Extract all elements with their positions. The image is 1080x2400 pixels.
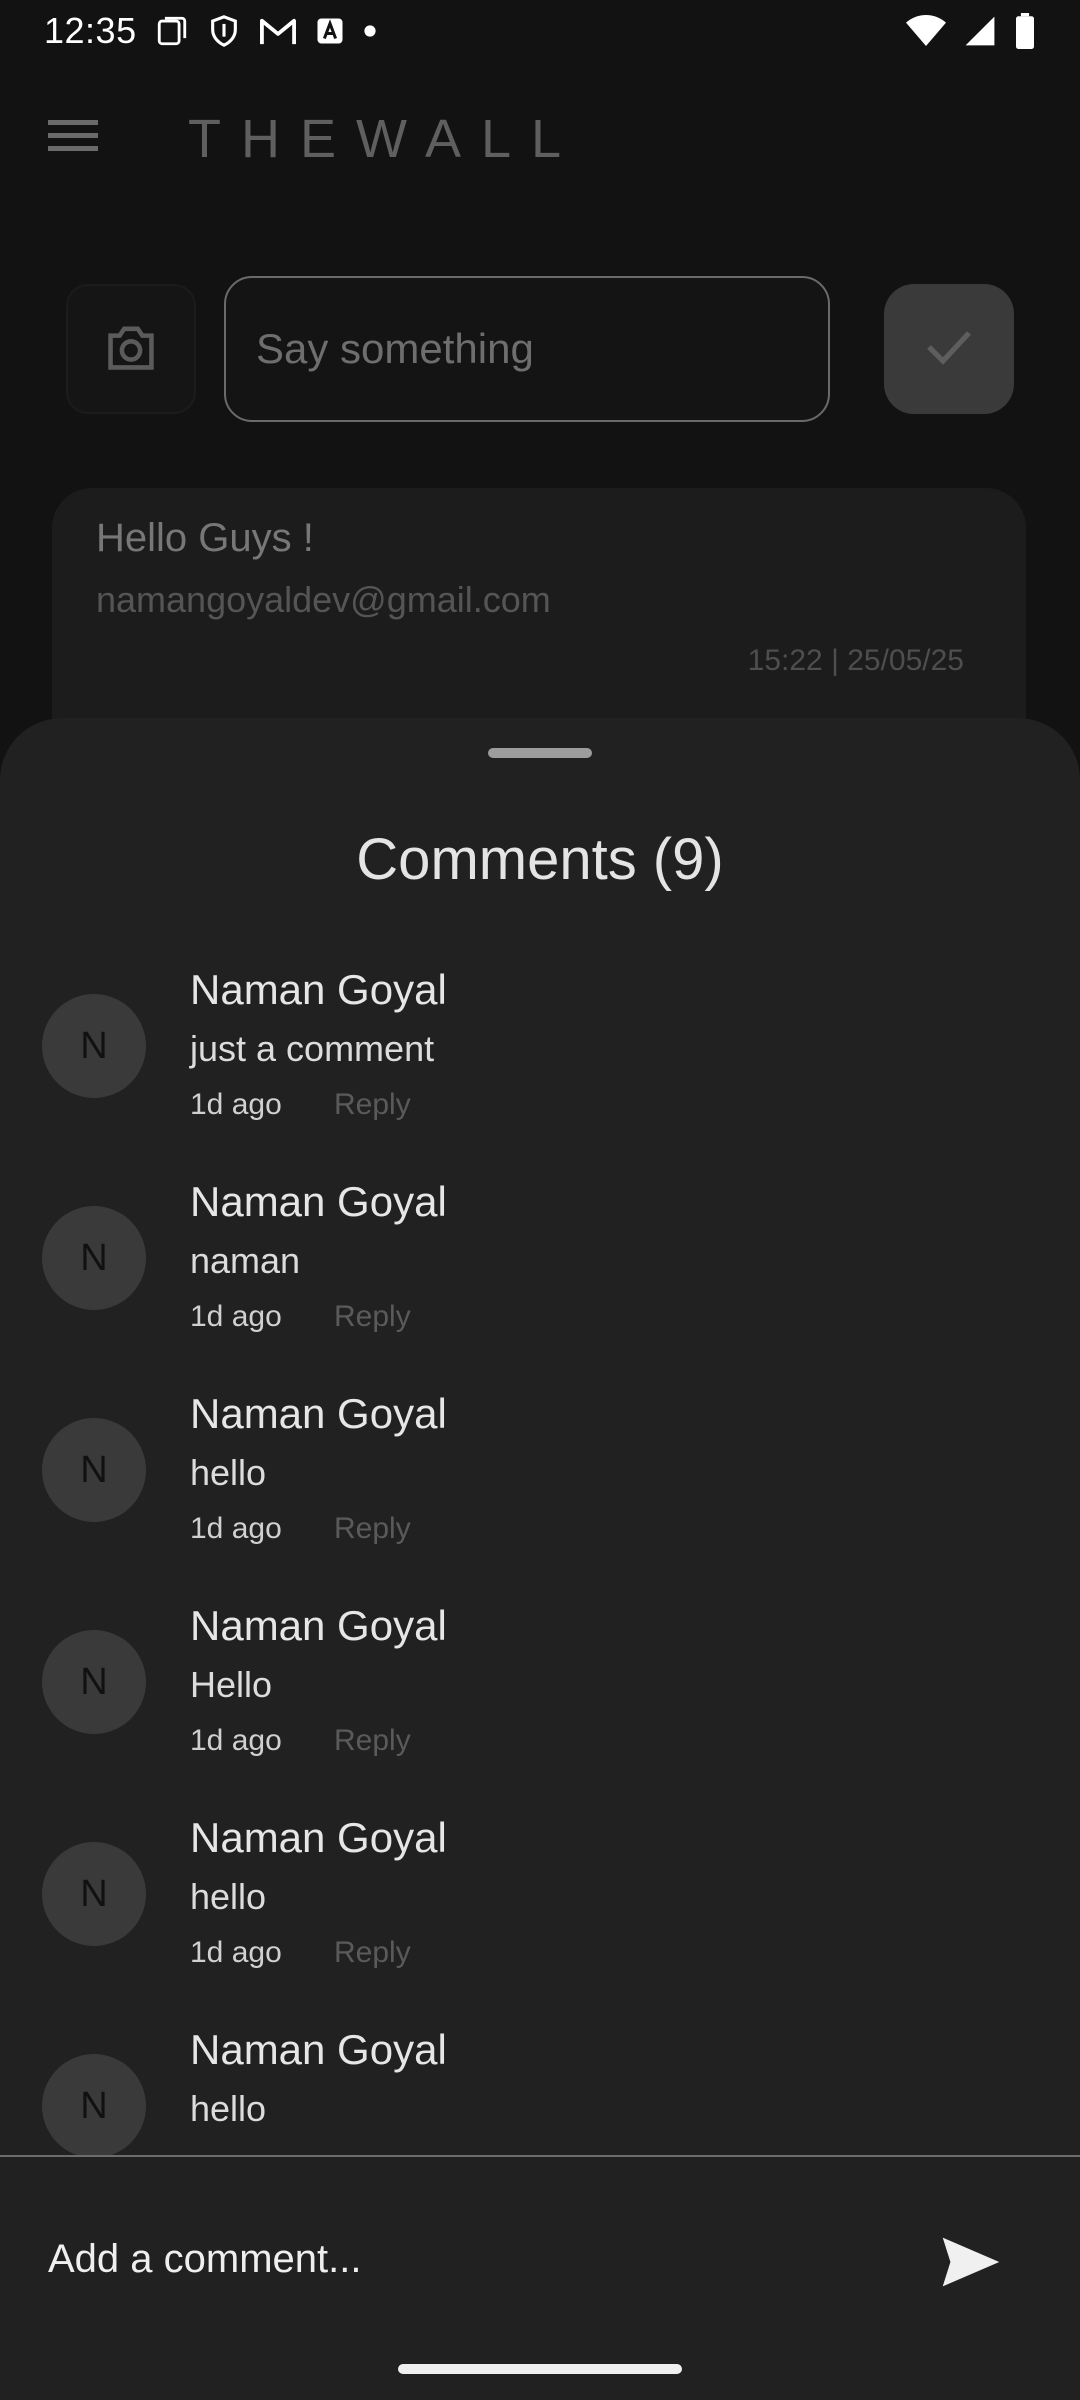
comment-time: 1d ago [190,1512,282,1545]
submit-post-button[interactable] [884,284,1014,414]
comment-author: Naman Goyal [190,1814,447,1861]
battery-icon [1014,13,1036,49]
comment-author: Naman Goyal [190,2026,447,2073]
notification-dot-icon [363,24,377,38]
comments-list[interactable]: N Naman Goyal just a comment 1d ago Repl… [0,942,1080,2156]
comments-sheet: Comments (9) N Naman Goyal just a commen… [0,718,1080,2400]
say-something-input[interactable]: Say something [224,276,830,422]
comment-item: N Naman Goyal hello 1d ago Reply [0,1790,1080,2002]
reply-button[interactable]: Reply [334,1088,411,1122]
comment-item: N Naman Goyal hello 1d ago Reply [0,1366,1080,1578]
post-timestamp: 15:22 | 25/05/25 [747,644,964,677]
comment-author: Naman Goyal [190,966,447,1013]
comment-item: N Naman Goyal Hello 1d ago Reply [0,1578,1080,1790]
comment-author: Naman Goyal [190,1602,447,1649]
status-bar: 12:35 [0,0,1080,62]
comment-item: N Naman Goyal naman 1d ago Reply [0,1154,1080,1366]
app-title: THEWALL [188,109,582,169]
comment-time: 1d ago [190,1300,282,1333]
comment-item: N Naman Goyal just a comment 1d ago Repl… [0,942,1080,1154]
avatar[interactable]: N [42,1418,146,1522]
camera-button[interactable] [66,284,196,414]
comment-author: Naman Goyal [190,1390,447,1437]
check-icon [924,327,974,372]
app-bar: THEWALL [0,96,1080,176]
comment-author: Naman Goyal [190,1178,447,1225]
status-icons-right [906,13,1036,49]
comment-text: Hello [190,1664,273,1705]
app-screen: 12:35 THEWALL Say something Hello Guys !… [0,0,1080,2400]
comment-text: hello [190,1452,267,1493]
signal-icon [964,14,996,48]
post-composer: Say something [0,276,1080,422]
wifi-icon [906,14,946,48]
comment-text: hello [190,2088,267,2129]
comments-title: Comments (9) [356,827,724,892]
avatar[interactable]: N [42,2054,146,2156]
post-text: Hello Guys ! [96,516,314,560]
comment-text: hello [190,1876,267,1917]
screenshot-icon [155,14,189,48]
home-indicator[interactable] [398,2364,682,2374]
comment-text: naman [190,1240,301,1281]
send-button[interactable] [940,2235,1010,2305]
avatar[interactable]: N [42,1206,146,1310]
comment-time: 1d ago [190,1724,282,1757]
comment-time: 1d ago [190,1936,282,1969]
reply-button[interactable]: Reply [334,1724,411,1758]
send-icon [940,2237,1002,2293]
status-time: 12:35 [44,10,137,51]
reply-button[interactable]: Reply [334,1936,411,1970]
comment-time: 1d ago [190,1088,282,1121]
reply-button[interactable]: Reply [334,1300,411,1334]
sheet-drag-handle[interactable] [488,748,592,758]
avatar[interactable]: N [42,1630,146,1734]
say-something-placeholder: Say something [256,325,534,372]
add-comment-input[interactable]: Add a comment... [48,2237,361,2282]
shield-icon [207,14,241,48]
menu-icon[interactable] [48,116,98,161]
gmail-icon [259,14,297,48]
camera-icon [103,322,159,377]
avatar[interactable]: N [42,1842,146,1946]
avatar[interactable]: N [42,994,146,1098]
comment-item: N Naman Goyal hello [0,2002,1080,2156]
reply-button[interactable]: Reply [334,1512,411,1546]
status-icons-left [155,14,377,48]
post-author-email: namangoyaldev@gmail.com [96,579,551,620]
post-card[interactable]: Hello Guys ! namangoyaldev@gmail.com 15:… [52,488,1026,748]
app-a-icon [315,16,345,46]
comment-text: just a comment [190,1028,435,1069]
